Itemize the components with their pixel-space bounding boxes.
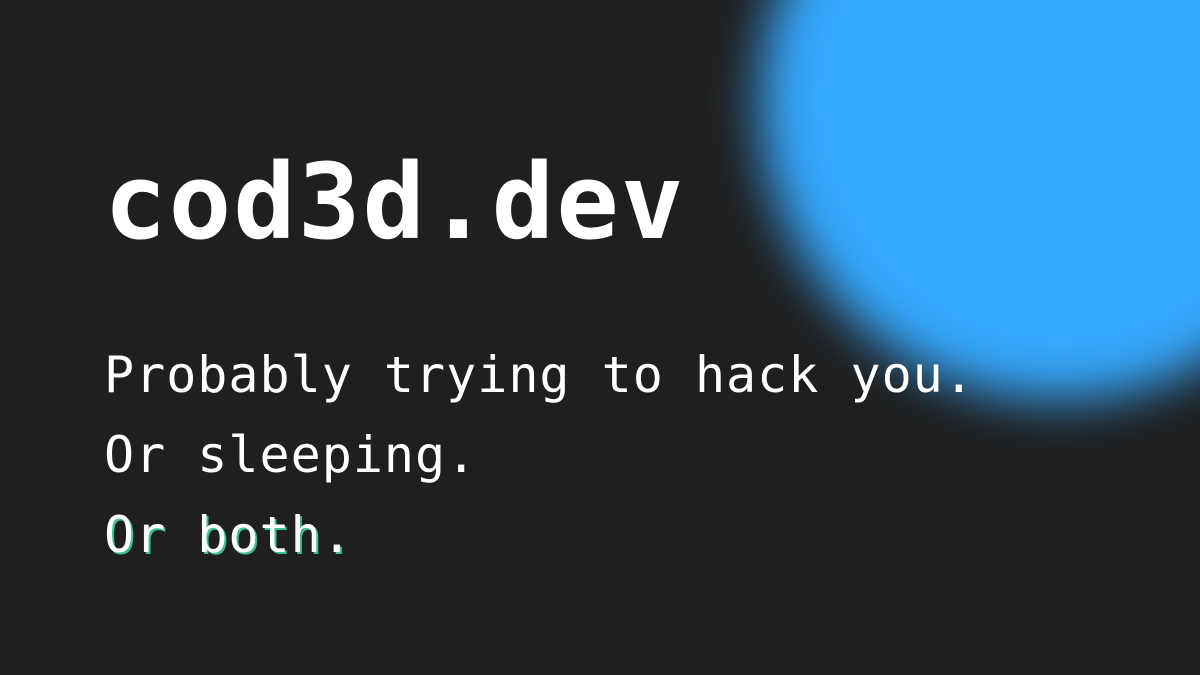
tagline-line-1: Probably trying to hack you.: [104, 346, 975, 404]
banner: cod3d.dev Probably trying to hack you. O…: [0, 0, 1200, 675]
tagline-line-3: Or both.: [104, 506, 353, 564]
tagline-line-2: Or sleeping.: [104, 426, 478, 484]
tagline: Probably trying to hack you. Or sleeping…: [104, 335, 975, 575]
site-title: cod3d.dev: [104, 141, 686, 263]
